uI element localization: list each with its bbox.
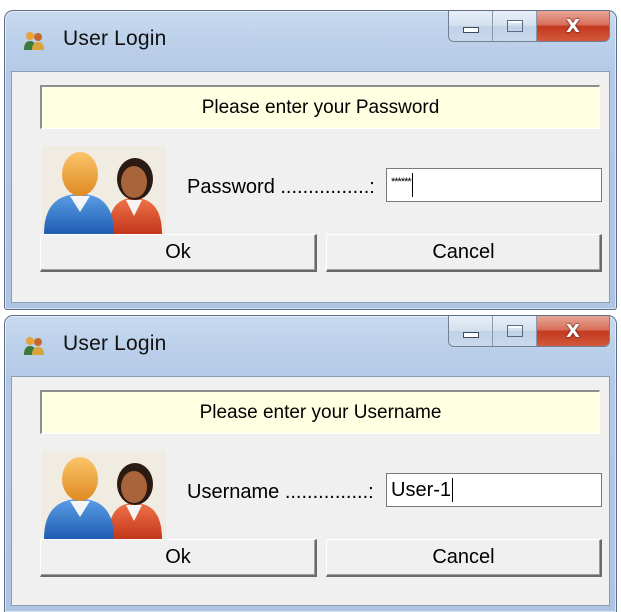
dialog-client-area: Please enter your Password Password ....… [11, 71, 610, 303]
cancel-button[interactable]: Cancel [326, 234, 602, 272]
close-button[interactable]: X [537, 11, 609, 41]
title-bar[interactable]: User Login X [5, 316, 616, 376]
password-login-window: User Login X Please enter your Password [4, 10, 617, 310]
password-label: Password ................: [187, 176, 375, 198]
username-login-window: User Login X Please enter your Username [4, 315, 617, 612]
users-icon [24, 32, 44, 50]
minimize-button[interactable] [449, 316, 493, 346]
password-value: ****** [391, 176, 412, 188]
cancel-button[interactable]: Cancel [326, 539, 602, 577]
password-input[interactable]: ****** [386, 168, 602, 202]
text-caret [452, 478, 454, 502]
minimize-icon [462, 332, 479, 338]
users-icon [42, 451, 166, 539]
username-value: User-1 [391, 478, 452, 501]
ok-button[interactable]: Ok [40, 234, 317, 272]
prompt-banner: Please enter your Password [40, 85, 600, 129]
window-title: User Login [63, 332, 167, 355]
ok-button[interactable]: Ok [40, 539, 317, 577]
caption-buttons: X [448, 316, 610, 347]
maximize-icon [506, 325, 523, 337]
text-caret [411, 173, 413, 197]
maximize-button[interactable] [493, 11, 537, 41]
close-icon: X [566, 15, 580, 37]
caption-buttons: X [448, 11, 610, 42]
maximize-button[interactable] [493, 316, 537, 346]
minimize-icon [462, 27, 479, 33]
username-label: Username ...............: [187, 481, 374, 503]
prompt-banner: Please enter your Username [40, 390, 600, 434]
title-bar[interactable]: User Login X [5, 11, 616, 71]
maximize-icon [506, 20, 523, 32]
close-button[interactable]: X [537, 316, 609, 346]
users-icon [42, 146, 166, 234]
minimize-button[interactable] [449, 11, 493, 41]
close-icon: X [566, 320, 580, 342]
window-title: User Login [63, 27, 167, 50]
username-input[interactable]: User-1 [386, 473, 602, 507]
users-icon [24, 337, 44, 355]
dialog-client-area: Please enter your Username Username ....… [11, 376, 610, 606]
